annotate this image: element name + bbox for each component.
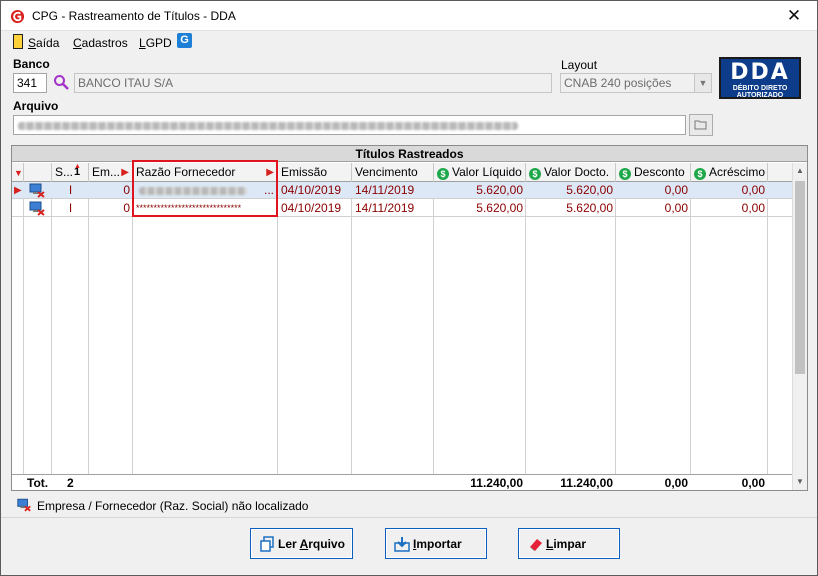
- lgpd-icon[interactable]: G: [177, 33, 192, 48]
- main-window: CPG - Rastreamento de Títulos - DDA ✕ Sa…: [0, 0, 818, 576]
- banco-name-field: BANCO ITAU S/A: [74, 73, 552, 93]
- header-indicator: ▼: [12, 163, 24, 182]
- grid-line: [277, 182, 278, 474]
- totals-row: Tot. 2 11.240,00 11.240,00 0,00 0,00: [12, 474, 792, 490]
- layout-select[interactable]: CNAB 240 posições: [560, 73, 712, 93]
- supplier-not-found-icon: [29, 201, 45, 216]
- header-desconto[interactable]: $ Desconto: [616, 163, 691, 182]
- supplier-not-found-icon: [29, 183, 45, 198]
- eraser-icon: [530, 539, 542, 551]
- totals-acrescimo: 0,00: [741, 476, 765, 490]
- grid-line: [433, 182, 434, 474]
- header-valor-liquido[interactable]: $ Valor Líquido: [434, 163, 526, 182]
- grid-line: [525, 182, 526, 474]
- app-logo-icon: [10, 9, 25, 24]
- cell-emissao: 04/10/2019: [281, 201, 342, 215]
- search-icon[interactable]: [53, 74, 69, 90]
- cell-valor-docto: 5.620,00: [566, 201, 613, 215]
- totals-valor-docto: 11.240,00: [560, 476, 613, 490]
- divider: [1, 517, 817, 518]
- cell-emissao: 04/10/2019: [281, 183, 342, 197]
- grid-line: [767, 182, 768, 474]
- blurred-file-path: [18, 122, 518, 130]
- cell-desconto: 0,00: [664, 201, 688, 215]
- grid-line: [88, 182, 89, 474]
- cell-em: 0: [123, 183, 130, 197]
- cell-valor-liquido: 5.620,00: [476, 183, 523, 197]
- highlight-annotation: [132, 160, 278, 217]
- copy-icon: [260, 536, 274, 552]
- cell-s: I: [68, 201, 73, 215]
- scroll-thumb[interactable]: [795, 181, 805, 374]
- menu-cadastros[interactable]: Cadastros: [73, 36, 128, 50]
- banco-label: Banco: [13, 57, 50, 71]
- money-icon: $: [619, 168, 631, 180]
- header-valor-docto[interactable]: $ Valor Docto.: [526, 163, 616, 182]
- menu-saida[interactable]: Saída: [28, 36, 59, 50]
- limpar-button[interactable]: Limpar: [518, 528, 620, 559]
- cell-valor-liquido: 5.620,00: [476, 201, 523, 215]
- ler-arquivo-button[interactable]: Ler Arquivo: [250, 528, 353, 559]
- grid-line: [51, 182, 52, 474]
- header-acrescimo[interactable]: $ Acréscimo: [691, 163, 768, 182]
- grid-line: [132, 182, 133, 474]
- title-bar: CPG - Rastreamento de Títulos - DDA ✕: [1, 1, 817, 31]
- layout-label: Layout: [561, 58, 598, 72]
- money-icon: $: [437, 168, 449, 180]
- dda-logo-text: DDA: [730, 60, 790, 85]
- totals-label: Tot.: [27, 476, 49, 490]
- scroll-down-icon[interactable]: ▼: [793, 474, 807, 490]
- close-button[interactable]: ✕: [771, 1, 817, 31]
- cell-em: 0: [123, 201, 130, 215]
- cell-valor-docto: 5.620,00: [566, 183, 613, 197]
- money-icon: $: [694, 168, 706, 180]
- table-row[interactable]: I 0 ****************************** 04/10…: [12, 200, 792, 217]
- grid-line: [351, 182, 352, 474]
- grid-line: [23, 182, 24, 474]
- table-row[interactable]: ▶ I 0 ... 04/10/2019 14/11/2019 5.620,00…: [12, 182, 792, 199]
- exit-door-icon: [13, 34, 23, 49]
- chevron-down-icon[interactable]: ▼: [694, 74, 711, 92]
- grid-line: [690, 182, 691, 474]
- dda-logo: DDA DÉBITO DIRETO AUTORIZADO: [719, 57, 801, 99]
- header-vencimento[interactable]: Vencimento: [352, 163, 434, 182]
- scroll-up-icon[interactable]: ▲: [793, 163, 807, 179]
- sort-asc-icon: ▲ 1: [74, 163, 81, 178]
- totals-valor-liquido: 11.240,00: [470, 476, 523, 490]
- cell-acrescimo: 0,00: [741, 201, 765, 215]
- header-em[interactable]: Em... ▶: [89, 163, 133, 182]
- dda-logo-line1: DÉBITO DIRETO: [732, 85, 788, 92]
- cell-acrescimo: 0,00: [741, 183, 765, 197]
- header-s[interactable]: S... ▲ 1: [52, 163, 89, 182]
- totals-desconto: 0,00: [664, 476, 688, 490]
- vertical-scrollbar[interactable]: ▲ ▼: [792, 163, 807, 490]
- cell-vencimento: 14/11/2019: [355, 183, 415, 197]
- folder-icon: [694, 120, 707, 130]
- totals-count: 2: [67, 476, 74, 490]
- open-folder-button[interactable]: [689, 114, 713, 136]
- import-icon: [394, 537, 410, 552]
- window-title: CPG - Rastreamento de Títulos - DDA: [32, 9, 236, 23]
- cell-s: I: [68, 183, 73, 197]
- banco-code-input[interactable]: 341: [13, 73, 47, 93]
- importar-button[interactable]: Importar: [385, 528, 487, 559]
- cell-desconto: 0,00: [664, 183, 688, 197]
- grid-line: [615, 182, 616, 474]
- supplier-not-found-icon: [17, 498, 31, 512]
- menu-lgpd[interactable]: LGPD: [139, 36, 172, 50]
- arquivo-label: Arquivo: [13, 99, 59, 113]
- status-legend-text: Empresa / Fornecedor (Raz. Social) não l…: [37, 499, 309, 513]
- titulos-grid: Títulos Rastreados ▼ S... ▲ 1 Em... ▶ Razã…: [11, 145, 808, 491]
- dda-logo-line2: AUTORIZADO: [736, 92, 784, 99]
- money-icon: $: [529, 168, 541, 180]
- current-row-indicator-icon: ▶: [14, 185, 22, 196]
- header-icon-col[interactable]: [24, 163, 52, 182]
- cell-vencimento: 14/11/2019: [355, 201, 415, 215]
- arquivo-path-input[interactable]: [13, 115, 686, 135]
- header-emissao[interactable]: Emissão: [278, 163, 352, 182]
